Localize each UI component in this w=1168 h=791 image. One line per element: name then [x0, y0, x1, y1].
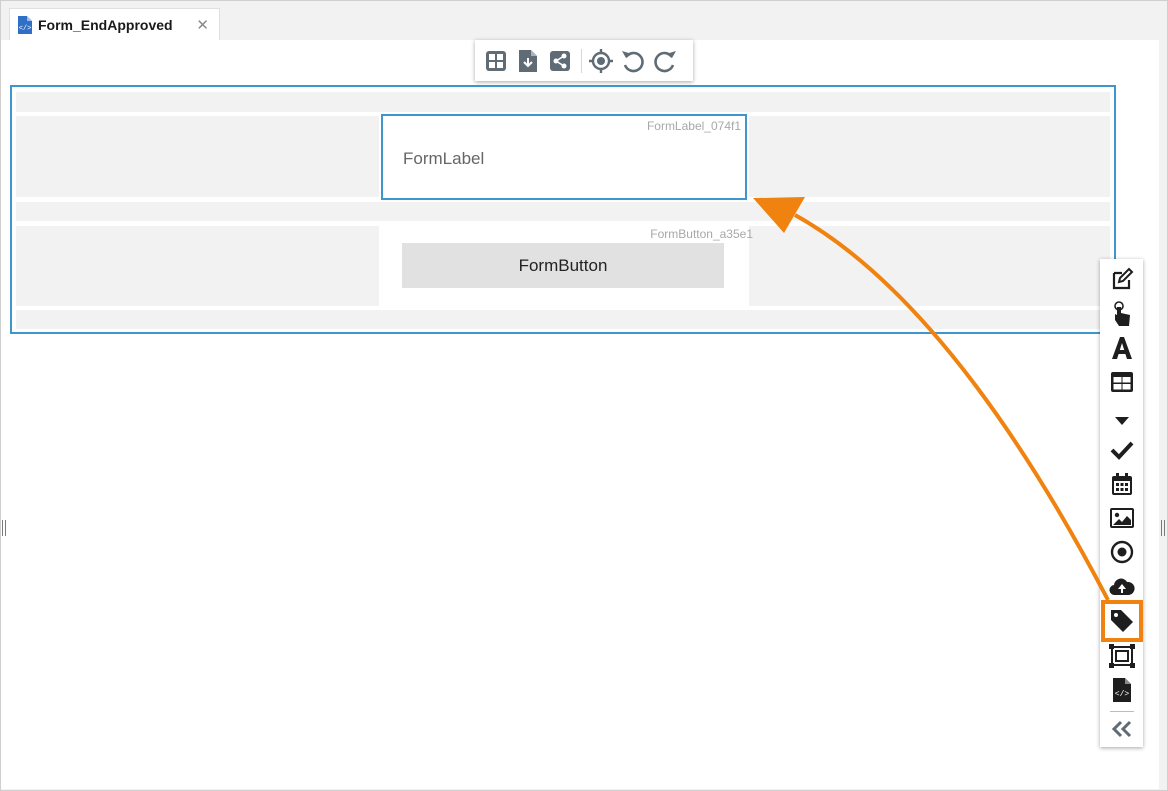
redo-icon[interactable]: [652, 48, 678, 74]
component-toolbox: </>: [1100, 259, 1143, 747]
target-icon[interactable]: [588, 48, 614, 74]
table-icon[interactable]: [1100, 366, 1143, 398]
download-document-icon[interactable]: [515, 48, 541, 74]
html-document-icon[interactable]: </>: [1100, 674, 1143, 706]
upload-cloud-icon[interactable]: [1100, 570, 1143, 602]
text-icon[interactable]: [1100, 332, 1143, 364]
close-icon[interactable]: ✕: [196, 16, 209, 34]
form-cell-empty[interactable]: [749, 116, 1110, 197]
form-cell-empty[interactable]: [16, 226, 379, 306]
tab-form-endapproved[interactable]: </> Form_EndApproved ✕: [9, 8, 220, 40]
canvas-right-strip: [1159, 40, 1167, 789]
checkmark-icon[interactable]: [1100, 434, 1143, 466]
image-icon[interactable]: [1100, 502, 1143, 534]
form-row-spacer[interactable]: [16, 202, 1110, 221]
form-button[interactable]: FormButton: [402, 243, 724, 288]
svg-text:</>: </>: [1114, 690, 1129, 699]
control-id-label: FormLabel_074f1: [646, 119, 741, 133]
radio-icon[interactable]: [1100, 536, 1143, 568]
form-layout-container[interactable]: FormLabel_074f1 FormLabel FormButton_a35…: [10, 85, 1116, 334]
toolbox-divider: [1110, 711, 1134, 712]
form-row-spacer[interactable]: [16, 310, 1110, 329]
collapse-icon[interactable]: [1100, 713, 1143, 745]
form-cell-empty[interactable]: [749, 226, 1110, 306]
form-label-text: FormLabel: [403, 149, 485, 168]
dropdown-icon[interactable]: [1100, 405, 1143, 437]
canvas-toolbar: [475, 40, 693, 81]
form-row-spacer[interactable]: [16, 92, 1110, 112]
calendar-icon[interactable]: [1100, 468, 1143, 500]
right-splitter-handle[interactable]: [1161, 520, 1165, 536]
share-icon[interactable]: [547, 48, 573, 74]
form-cell-empty[interactable]: [16, 116, 379, 197]
undo-icon[interactable]: [620, 48, 646, 74]
form-label-control[interactable]: FormLabel_074f1 FormLabel: [381, 114, 747, 200]
svg-text:</>: </>: [19, 25, 32, 33]
form-document-icon: </>: [18, 15, 32, 34]
control-id-label: FormButton_a35e1: [650, 227, 753, 241]
container-icon[interactable]: [1100, 640, 1143, 672]
tab-title: Form_EndApproved: [38, 16, 173, 33]
toolbar-divider: [581, 48, 582, 73]
form-button-cell[interactable]: FormButton_a35e1 FormButton: [379, 226, 753, 306]
left-splitter-handle[interactable]: [2, 520, 6, 536]
edit-icon[interactable]: [1100, 263, 1143, 295]
grid-layout-icon[interactable]: [483, 48, 509, 74]
pointer-hand-icon[interactable]: [1100, 298, 1143, 330]
tag-tool-highlight: [1101, 600, 1143, 642]
